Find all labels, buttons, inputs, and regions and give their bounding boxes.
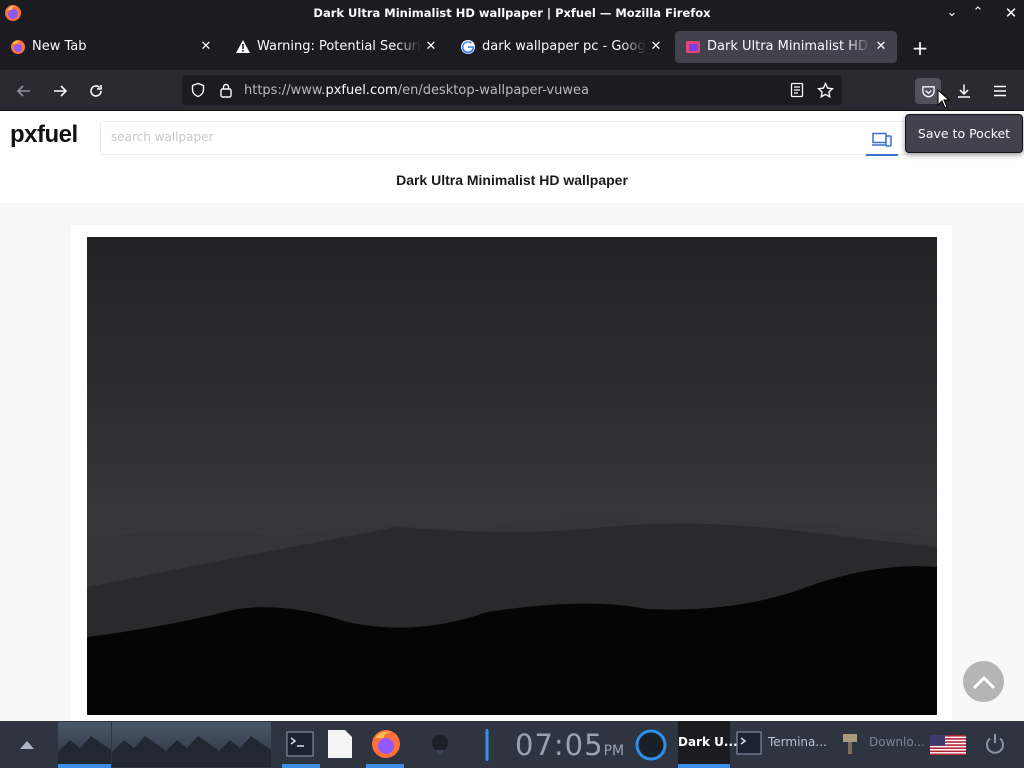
- page-title: Dark Ultra Minimalist HD wallpaper: [396, 172, 628, 188]
- power-icon: [986, 734, 1004, 754]
- running-indicator: [282, 764, 320, 768]
- task-label: Termina...: [768, 735, 827, 749]
- chevron-up-icon: [972, 675, 995, 689]
- active-window-indicator: [678, 764, 730, 768]
- close-icon[interactable]: ✕: [423, 39, 439, 55]
- download-icon: [958, 84, 970, 98]
- hamburger-menu-icon: [994, 85, 1006, 97]
- scroll-to-top-button[interactable]: [963, 661, 1004, 702]
- terminal-icon: [736, 731, 762, 755]
- desktop-pager-3[interactable]: [165, 722, 218, 767]
- tracking-protection-shield-icon[interactable]: [189, 81, 207, 99]
- warning-icon: [236, 40, 250, 53]
- task-downloads-window[interactable]: Downlo...: [838, 721, 925, 768]
- reload-button[interactable]: [83, 78, 109, 104]
- file-launcher[interactable]: [324, 721, 356, 768]
- desktop-pager-1[interactable]: [58, 722, 111, 767]
- site-logo[interactable]: pxfuel: [10, 121, 78, 149]
- firefox-icon: [11, 40, 25, 54]
- google-icon: [461, 40, 475, 54]
- url-bar[interactable]: https://www.pxfuel.com/en/desktop-wallpa…: [182, 75, 842, 105]
- tab-google-search[interactable]: dark wallpaper pc - Google ✕: [450, 31, 672, 63]
- bookmark-star-icon[interactable]: [816, 81, 834, 99]
- tab-label: Dark Ultra Minimalist HD w: [707, 39, 871, 54]
- app-menu-button[interactable]: [987, 78, 1013, 104]
- task-label: Downlo...: [869, 735, 925, 749]
- tab-strip: New Tab ✕ Warning: Potential Security ✕ …: [0, 26, 1024, 70]
- mouse-cursor-icon: [937, 89, 951, 109]
- desktop-pager-2[interactable]: [112, 722, 165, 767]
- firefox-icon: [372, 730, 400, 758]
- lock-icon[interactable]: [217, 81, 235, 99]
- site-header: pxfuel: [0, 111, 1024, 161]
- tab-label: dark wallpaper pc - Google: [482, 39, 646, 54]
- desktop-pager-4[interactable]: [218, 722, 271, 767]
- device-filter-icon[interactable]: [866, 126, 898, 156]
- volume-slider[interactable]: [480, 721, 494, 768]
- tab-new-tab[interactable]: New Tab ✕: [0, 31, 222, 63]
- reload-icon: [90, 85, 102, 97]
- window-title: Dark Ultra Minimalist HD wallpaper | Pxf…: [313, 6, 711, 20]
- app-launcher-button[interactable]: [16, 736, 38, 754]
- title-bar: Dark Ultra Minimalist HD wallpaper: [0, 161, 1024, 203]
- close-icon[interactable]: ✕: [648, 39, 664, 55]
- kde-connect-indicator[interactable]: [632, 721, 670, 768]
- downloads-button[interactable]: [951, 78, 977, 104]
- close-icon[interactable]: ✕: [198, 39, 214, 55]
- arrow-left-icon: [16, 85, 30, 97]
- keyboard-layout-indicator[interactable]: [928, 721, 968, 768]
- terminal-launcher[interactable]: [282, 721, 320, 768]
- taskbar: 07:05PM Dark U... Termina... Downlo...: [0, 721, 1024, 768]
- running-indicator: [366, 764, 404, 768]
- task-terminal-window[interactable]: Termina...: [734, 721, 830, 768]
- power-button[interactable]: [980, 721, 1010, 768]
- reader-view-icon[interactable]: [788, 81, 806, 99]
- close-window-icon[interactable]: ✕: [1002, 4, 1020, 22]
- terminal-icon: [286, 731, 314, 757]
- caret-up-icon: [20, 741, 34, 749]
- tab-label: Warning: Potential Security: [257, 39, 421, 54]
- page-content: pxfuel Dark Ultra Minimalist HD wallpape…: [0, 111, 1024, 721]
- document-icon: [328, 730, 352, 758]
- clock[interactable]: 07:05PM: [515, 728, 624, 762]
- tooltip: Save to Pocket: [905, 114, 1023, 153]
- firefox-launcher[interactable]: [366, 721, 404, 768]
- forward-button[interactable]: [47, 78, 73, 104]
- url-text[interactable]: https://www.pxfuel.com/en/desktop-wallpa…: [244, 83, 589, 98]
- tab-security-warning[interactable]: Warning: Potential Security ✕: [225, 31, 447, 63]
- back-button[interactable]: [11, 78, 37, 104]
- slider-icon: [485, 729, 489, 761]
- us-flag-icon: [930, 735, 966, 755]
- search-input[interactable]: [111, 130, 851, 144]
- task-label: Dark U...: [678, 735, 738, 749]
- maximize-icon[interactable]: ⌃: [969, 4, 987, 22]
- task-firefox-window[interactable]: Dark U...: [678, 721, 738, 768]
- minimize-icon[interactable]: ⌄: [943, 4, 961, 22]
- ring-icon: [635, 729, 667, 761]
- wallpaper-image[interactable]: [87, 237, 937, 715]
- tab-pxfuel-wallpaper[interactable]: Dark Ultra Minimalist HD w ✕: [675, 31, 897, 63]
- pxfuel-favicon-icon: [686, 41, 700, 53]
- active-desktop-indicator: [58, 764, 111, 768]
- navigation-toolbar: https://www.pxfuel.com/en/desktop-wallpa…: [0, 70, 1024, 111]
- window-titlebar: Dark Ultra Minimalist HD wallpaper | Pxf…: [0, 0, 1024, 26]
- bulb-launcher[interactable]: [426, 721, 454, 768]
- new-tab-button[interactable]: +: [908, 36, 932, 60]
- arrow-right-icon: [54, 85, 68, 97]
- clock-time: 07:05: [515, 728, 604, 762]
- pocket-icon: [921, 85, 935, 97]
- light-bulb-icon: [432, 735, 448, 755]
- close-icon[interactable]: ✕: [873, 39, 889, 55]
- clock-ampm: PM: [603, 743, 625, 759]
- brush-icon: [843, 734, 857, 754]
- tab-label: New Tab: [32, 39, 87, 54]
- search-box: [100, 121, 910, 156]
